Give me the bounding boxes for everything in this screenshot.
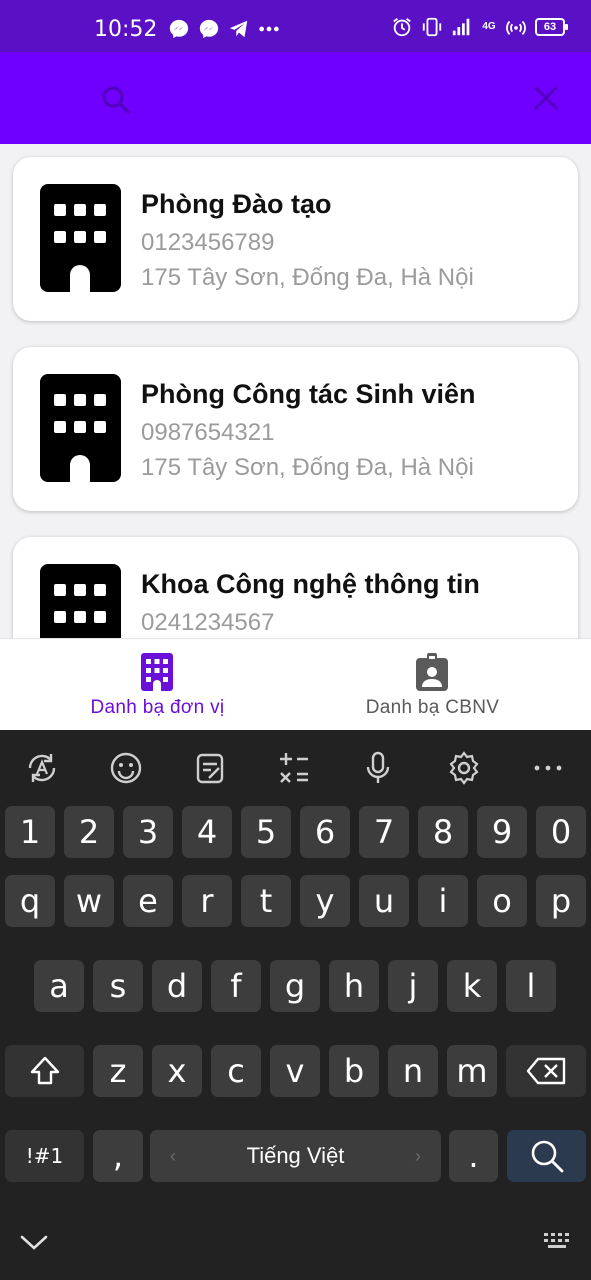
- backspace-key[interactable]: [506, 1045, 586, 1097]
- network-type: 4G: [482, 21, 496, 32]
- key-z[interactable]: z: [93, 1045, 143, 1097]
- nav-tab-units[interactable]: Danh bạ đơn vị: [0, 639, 295, 731]
- unit-address: 175 Tây Sơn, Đống Đa, Hà Nội: [141, 264, 474, 291]
- key-6[interactable]: 6: [300, 806, 350, 858]
- key-l[interactable]: l: [506, 960, 556, 1012]
- key-i[interactable]: i: [418, 875, 468, 927]
- key-2[interactable]: 2: [64, 806, 114, 858]
- keyboard-switch-icon[interactable]: [542, 1230, 574, 1252]
- hotspot-icon: [506, 20, 526, 35]
- building-icon: [40, 564, 121, 638]
- unit-name: Phòng Công tác Sinh viên: [141, 379, 476, 409]
- badge-icon: [416, 653, 448, 691]
- key-3[interactable]: 3: [123, 806, 173, 858]
- comma-key[interactable]: ,: [93, 1130, 143, 1182]
- clipboard-icon[interactable]: [192, 750, 228, 786]
- key-k[interactable]: k: [447, 960, 497, 1012]
- search-input[interactable]: [140, 80, 510, 118]
- battery-icon: 63: [535, 18, 568, 36]
- unit-card[interactable]: Phòng Công tác Sinh viên 0987654321 175 …: [13, 347, 578, 511]
- key-0[interactable]: 0: [536, 806, 586, 858]
- building-icon: [40, 374, 121, 482]
- key-8[interactable]: 8: [418, 806, 468, 858]
- nav-tab-units-label: Danh bạ đơn vị: [90, 697, 225, 718]
- key-5[interactable]: 5: [241, 806, 291, 858]
- close-icon[interactable]: [530, 82, 562, 114]
- key-t[interactable]: t: [241, 875, 291, 927]
- alarm-icon: [393, 18, 411, 37]
- key-n[interactable]: n: [388, 1045, 438, 1097]
- status-bar: 10:52 4G 63: [0, 0, 591, 52]
- unit-name: Phòng Đào tạo: [141, 189, 332, 219]
- search-submit-key[interactable]: [507, 1130, 586, 1182]
- nav-tab-staff[interactable]: Danh bạ CBNV: [295, 639, 590, 731]
- key-e[interactable]: e: [123, 875, 173, 927]
- emoji-icon[interactable]: [108, 750, 144, 786]
- key-f[interactable]: f: [211, 960, 261, 1012]
- key-s[interactable]: s: [93, 960, 143, 1012]
- unit-phone: 0123456789: [141, 229, 275, 256]
- on-screen-keyboard: 1 2 3 4 5 6 7 8 9 0 q w e r t y u i o p …: [0, 730, 591, 1280]
- unit-phone: 0241234567: [141, 609, 275, 636]
- key-c[interactable]: c: [211, 1045, 261, 1097]
- key-d[interactable]: d: [152, 960, 202, 1012]
- unit-list[interactable]: Phòng Đào tạo 0123456789 175 Tây Sơn, Đố…: [0, 144, 591, 638]
- space-right-arrow-icon: ›: [415, 1146, 421, 1166]
- messenger-icon: [169, 19, 189, 39]
- key-a[interactable]: a: [34, 960, 84, 1012]
- key-y[interactable]: y: [300, 875, 350, 927]
- keyboard-toolbar: [0, 730, 591, 804]
- symbols-key[interactable]: !#1: [5, 1130, 84, 1182]
- status-time: 10:52: [94, 17, 158, 42]
- building-icon: [40, 184, 121, 292]
- vibrate-icon: [422, 17, 442, 37]
- key-r[interactable]: r: [182, 875, 232, 927]
- key-m[interactable]: m: [447, 1045, 497, 1097]
- hide-keyboard-icon[interactable]: [18, 1230, 50, 1254]
- unit-name: Khoa Công nghệ thông tin: [141, 569, 480, 599]
- more-dots-icon: [259, 26, 279, 32]
- key-v[interactable]: v: [270, 1045, 320, 1097]
- microphone-icon[interactable]: [360, 750, 396, 786]
- key-q[interactable]: q: [5, 875, 55, 927]
- key-o[interactable]: o: [477, 875, 527, 927]
- search-icon: [531, 1140, 563, 1173]
- key-g[interactable]: g: [270, 960, 320, 1012]
- key-1[interactable]: 1: [5, 806, 55, 858]
- period-key[interactable]: .: [449, 1130, 498, 1182]
- key-w[interactable]: w: [64, 875, 114, 927]
- space-key[interactable]: ‹ Tiếng Việt ›: [150, 1130, 441, 1182]
- building-icon: [141, 653, 173, 691]
- unit-card[interactable]: Khoa Công nghệ thông tin 0241234567: [13, 537, 578, 638]
- key-b[interactable]: b: [329, 1045, 379, 1097]
- key-u[interactable]: u: [359, 875, 409, 927]
- key-h[interactable]: h: [329, 960, 379, 1012]
- space-key-label: Tiếng Việt: [246, 1143, 345, 1168]
- search-icon: [102, 86, 130, 114]
- nav-tab-staff-label: Danh bạ CBNV: [365, 697, 500, 718]
- bottom-navigation: Danh bạ đơn vị Danh bạ CBNV: [0, 638, 591, 730]
- telegram-icon: [229, 20, 248, 38]
- signal-icon: [452, 18, 470, 36]
- backspace-icon: [526, 1057, 566, 1085]
- unit-phone: 0987654321: [141, 419, 275, 446]
- search-app-bar: [0, 52, 591, 144]
- key-7[interactable]: 7: [359, 806, 409, 858]
- key-9[interactable]: 9: [477, 806, 527, 858]
- key-j[interactable]: j: [388, 960, 438, 1012]
- key-4[interactable]: 4: [182, 806, 232, 858]
- more-icon[interactable]: [530, 750, 566, 786]
- shift-key[interactable]: [5, 1045, 84, 1097]
- key-x[interactable]: x: [152, 1045, 202, 1097]
- key-p[interactable]: p: [536, 875, 586, 927]
- shift-icon: [30, 1056, 59, 1085]
- space-left-arrow-icon: ‹: [170, 1146, 176, 1166]
- auto-correct-icon[interactable]: [24, 750, 60, 786]
- calculator-icon[interactable]: [276, 750, 312, 786]
- messenger-icon: [199, 19, 219, 39]
- unit-address: 175 Tây Sơn, Đống Đa, Hà Nội: [141, 454, 474, 481]
- unit-card[interactable]: Phòng Đào tạo 0123456789 175 Tây Sơn, Đố…: [13, 157, 578, 321]
- settings-icon[interactable]: [446, 750, 482, 786]
